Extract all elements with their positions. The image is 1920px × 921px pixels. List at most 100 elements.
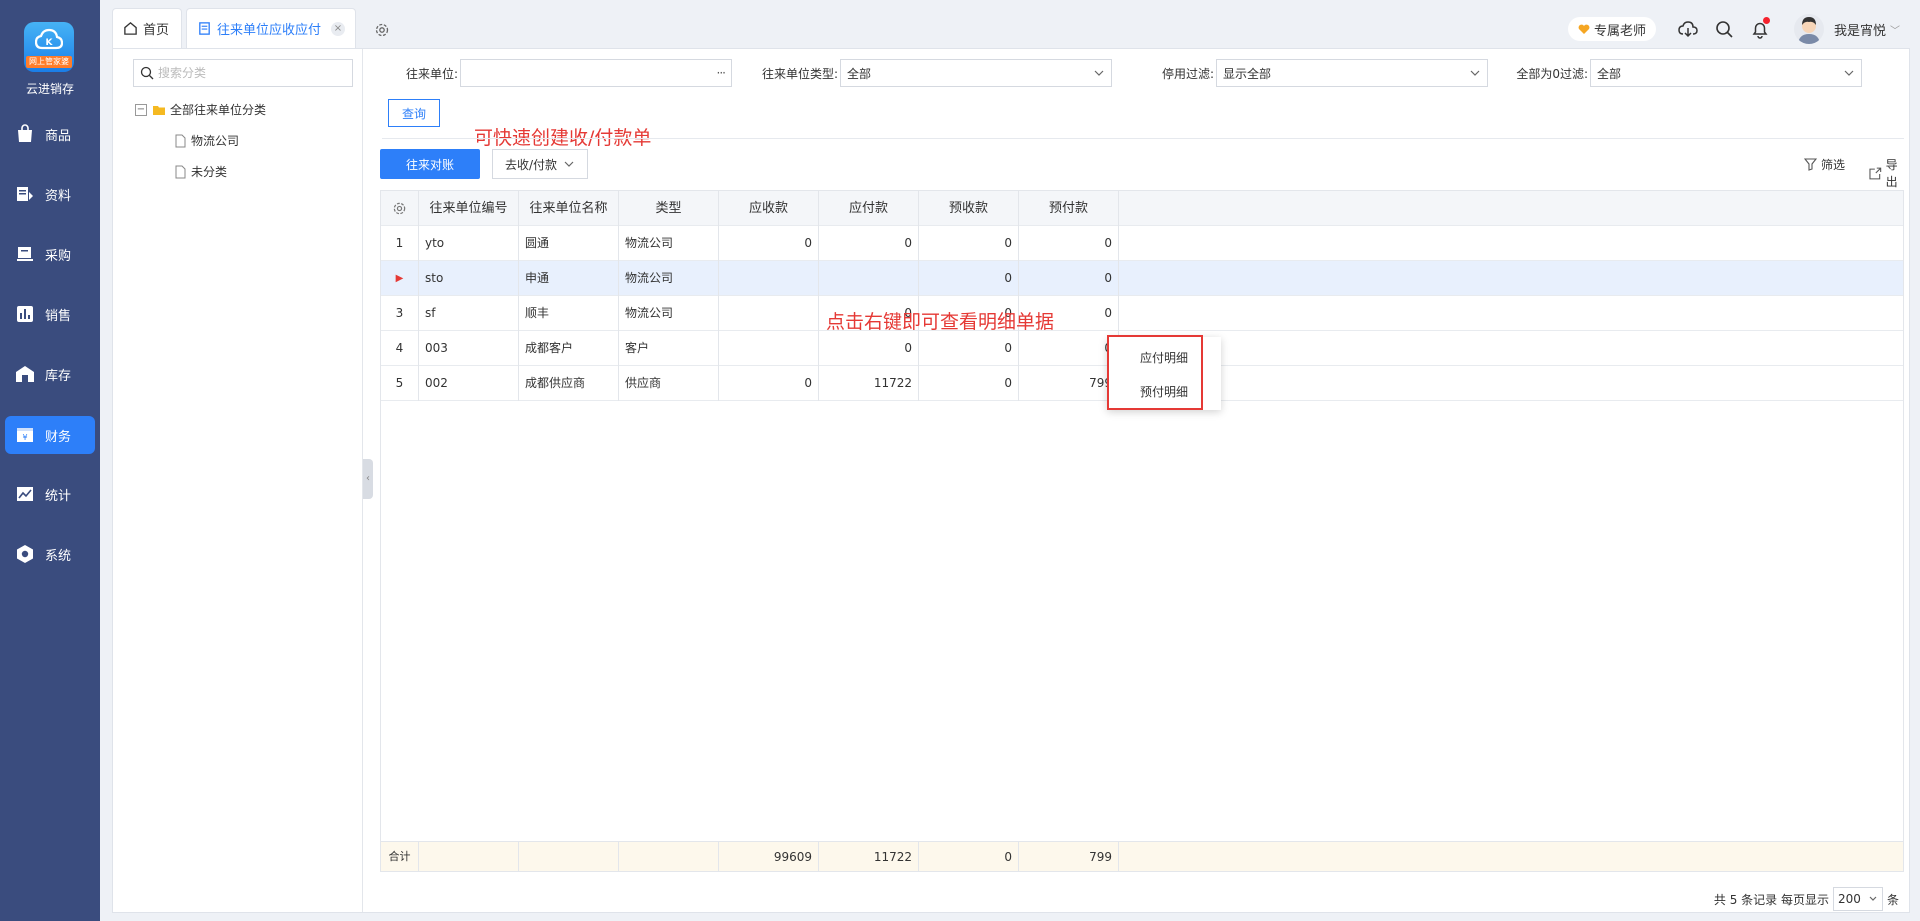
highlight-box [1107, 335, 1203, 410]
avatar[interactable] [1793, 14, 1824, 44]
header-actions: 专属老师 我是宵悦 ﹀ [1567, 14, 1900, 44]
tree-node-uncategorized[interactable]: 未分类 [173, 163, 227, 180]
column-header[interactable]: 应收款 [719, 191, 819, 226]
table-header: 往来单位编号 往来单位名称 类型 应收款 应付款 预收款 预付款 [381, 191, 1903, 226]
category-search-input[interactable] [158, 66, 338, 80]
cell-receivable [719, 296, 819, 331]
tree-node-label: 物流公司 [191, 134, 240, 148]
table-row[interactable]: ▶ sto 申通 物流公司 0 0 [381, 261, 1903, 296]
cell-type: 物流公司 [619, 226, 719, 261]
total-payable: 11722 [819, 842, 919, 872]
tree-node-label: 全部往来单位分类 [170, 103, 267, 117]
filter-label: 筛选 [1821, 158, 1846, 172]
total-prepaid: 799 [1019, 842, 1119, 872]
close-icon[interactable]: × [331, 21, 345, 36]
document-icon [199, 22, 210, 35]
tab-home[interactable]: 首页 [112, 8, 182, 48]
cell-name: 圆通 [519, 226, 619, 261]
cloud-download-icon[interactable] [1678, 19, 1698, 39]
cell-receivable: 0 [719, 226, 819, 261]
cell-name: 成都客户 [519, 331, 619, 366]
logo-badge: 网上管家婆 [26, 56, 72, 68]
sidebar-item-goods[interactable]: 商品 [5, 115, 95, 153]
partner-input[interactable]: ··· [460, 59, 732, 87]
cell-prepaid: 0 [1019, 226, 1119, 261]
reconcile-button[interactable]: 往来对账 [380, 149, 480, 179]
data-grid: 往来单位编号 往来单位名称 类型 应收款 应付款 预收款 预付款 1 yto 圆… [380, 190, 1904, 872]
table-row[interactable]: 3 sf 顺丰 物流公司 0 0 0 [381, 296, 1903, 331]
row-index: 3 [381, 296, 419, 331]
row-index: 4 [381, 331, 419, 366]
cell-prepaid: 0 [1019, 261, 1119, 296]
folder-icon [153, 105, 165, 115]
column-header[interactable]: 往来单位名称 [519, 191, 619, 226]
notification-dot [1762, 17, 1770, 24]
tab-receivables-payables[interactable]: 往来单位应收应付 × [186, 8, 356, 48]
query-button[interactable]: 查询 [388, 99, 440, 127]
cell-name: 顺丰 [519, 296, 619, 331]
footer-empty [619, 842, 719, 872]
category-search[interactable] [133, 59, 353, 87]
page-size-value: 200 [1837, 892, 1861, 906]
sidebar-item-inventory[interactable]: 库存 [5, 355, 95, 393]
bell-icon[interactable] [1750, 17, 1770, 39]
page-size-select[interactable]: 200 [1832, 887, 1883, 911]
column-header[interactable]: 预付款 [1019, 191, 1119, 226]
exclusive-teacher-button[interactable]: 专属老师 [1567, 17, 1656, 41]
app-logo[interactable]: K 网上管家婆 [24, 22, 74, 72]
svg-text:K: K [46, 38, 54, 48]
disabled-filter-value: 显示全部 [1223, 66, 1272, 81]
file-icon [175, 134, 186, 147]
tree-node-label: 未分类 [191, 165, 228, 179]
document-icon [17, 187, 33, 201]
main-area: 首页 往来单位应收应付 × 专属老师 我是宵悦 ﹀ 搜索分类 − 全部往来单位分… [112, 8, 1910, 913]
column-settings-cell[interactable] [381, 191, 419, 226]
tree-node-logistics[interactable]: 物流公司 [173, 132, 239, 149]
sidebar-item-data[interactable]: 资料 [5, 175, 95, 213]
filter-button[interactable]: 筛选 [1804, 156, 1845, 173]
bag-icon [18, 124, 32, 142]
tree-node-all[interactable]: − 全部往来单位分类 [135, 101, 266, 118]
sidebar-item-system[interactable]: 系统 [5, 535, 95, 573]
search-icon[interactable] [1714, 19, 1734, 39]
sidebar-item-sales[interactable]: 销售 [5, 295, 95, 333]
tab-bar: 首页 往来单位应收应付 × 专属老师 我是宵悦 ﹀ [112, 8, 1910, 48]
export-button[interactable]: 导出 [1869, 156, 1909, 190]
partner-type-select[interactable]: 全部 [840, 59, 1112, 87]
row-index: 5 [381, 366, 419, 401]
chevron-down-icon[interactable]: ﹀ [1890, 22, 1900, 37]
chevron-down-icon [1844, 70, 1854, 76]
sidebar-item-purchase[interactable]: 采购 [5, 235, 95, 273]
footer-label: 合计 [381, 842, 419, 872]
gear-icon [393, 202, 406, 215]
tree-collapse-toggle[interactable]: − [135, 103, 147, 116]
column-header[interactable]: 预收款 [919, 191, 1019, 226]
column-header[interactable]: 应付款 [819, 191, 919, 226]
receive-pay-dropdown[interactable]: 去收/付款 [492, 149, 588, 179]
column-header[interactable]: 类型 [619, 191, 719, 226]
cell-payable: 0 [819, 331, 919, 366]
table-row[interactable]: 1 yto 圆通 物流公司 0 0 0 0 [381, 226, 1903, 261]
pagination: 共 5 条记录 每页显示 200 条 [1714, 887, 1899, 911]
sidebar-item-label: 资料 [45, 188, 72, 204]
disabled-filter-select[interactable]: 显示全部 [1216, 59, 1488, 87]
cell-payable [819, 261, 919, 296]
gear-icon[interactable] [374, 22, 390, 38]
sidebar-item-finance[interactable]: ¥ 财务 [5, 416, 95, 454]
cell-type: 客户 [619, 331, 719, 366]
search-icon [140, 66, 154, 80]
cell-payable: 0 [819, 226, 919, 261]
annotation-quick-create: 可快速创建收/付款单 [474, 127, 652, 149]
cell-type: 物流公司 [619, 261, 719, 296]
cell-receivable [719, 331, 819, 366]
page-size-unit: 条 [1886, 892, 1899, 907]
ellipsis-icon[interactable]: ··· [717, 66, 727, 80]
tab-label: 往来单位应收应付 [217, 23, 322, 38]
finance-icon: ¥ [17, 428, 33, 442]
cell-type: 供应商 [619, 366, 719, 401]
column-header[interactable]: 往来单位编号 [419, 191, 519, 226]
username[interactable]: 我是宵悦 [1834, 20, 1886, 39]
all-zero-filter-select[interactable]: 全部 [1590, 59, 1862, 87]
filter-label-partner: 往来单位: [405, 67, 458, 81]
sidebar-item-statistics[interactable]: 统计 [5, 475, 95, 513]
